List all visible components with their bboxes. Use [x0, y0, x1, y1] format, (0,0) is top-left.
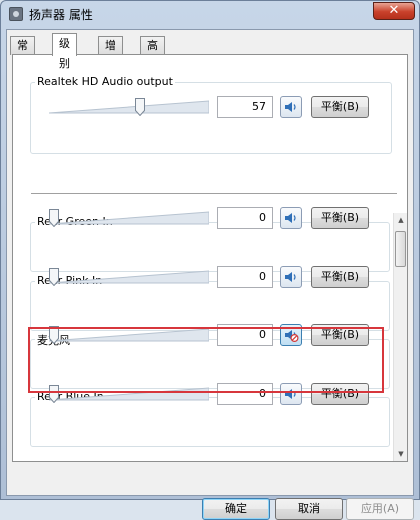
channel-group-rear-green: Rear Green In	[30, 215, 390, 272]
window-title: 扬声器 属性	[29, 8, 93, 22]
volume-value-field[interactable]: 0	[217, 266, 273, 288]
volume-value-field[interactable]: 57	[217, 96, 273, 118]
master-group: Realtek HD Audio output	[30, 75, 392, 154]
scroll-down-arrow[interactable]: ▼	[394, 447, 408, 461]
volume-slider-thumb[interactable]	[49, 209, 59, 228]
ok-button[interactable]: 确定	[202, 498, 270, 520]
tab-general[interactable]: 常规	[10, 36, 35, 69]
scroll-up-arrow[interactable]: ▲	[394, 213, 408, 227]
tab-enhancements[interactable]: 增强	[98, 36, 123, 69]
close-button[interactable]: ✕	[373, 2, 415, 20]
dialog-client-area: 常规 级别 增强 高级 Realtek HD Audio output Rear…	[6, 29, 414, 520]
balance-button[interactable]: 平衡(B)	[311, 96, 369, 118]
title-bar[interactable]: 扬声器 属性 ✕	[1, 1, 419, 27]
volume-slider-thumb[interactable]	[134, 98, 145, 117]
volume-slider-thumb[interactable]	[49, 268, 59, 287]
channel-list-scrollbar[interactable]: ▲ ▼	[393, 213, 407, 461]
balance-button[interactable]: 平衡(B)	[311, 207, 369, 229]
volume-slider[interactable]	[49, 207, 209, 229]
volume-value-field[interactable]: 0	[217, 207, 273, 229]
balance-button[interactable]: 平衡(B)	[311, 266, 369, 288]
volume-slider[interactable]	[49, 266, 209, 288]
speaker-icon[interactable]	[280, 266, 302, 288]
tab-levels[interactable]: 级别	[52, 33, 77, 70]
cancel-button[interactable]: 取消	[275, 498, 343, 520]
master-device-name: Realtek HD Audio output	[35, 75, 175, 88]
speaker-icon[interactable]	[280, 207, 302, 229]
microphone-highlight-box	[28, 327, 384, 393]
divider	[31, 193, 397, 194]
speaker-app-icon	[9, 7, 23, 21]
volume-slider[interactable]	[49, 96, 209, 118]
properties-window: 扬声器 属性 ✕ 常规 级别 增强 高级 Realtek HD Audio ou…	[0, 0, 420, 520]
apply-button[interactable]: 应用(A)	[346, 498, 414, 520]
speaker-icon[interactable]	[280, 96, 302, 118]
scroll-thumb[interactable]	[395, 231, 406, 267]
tab-advanced[interactable]: 高级	[140, 36, 165, 69]
